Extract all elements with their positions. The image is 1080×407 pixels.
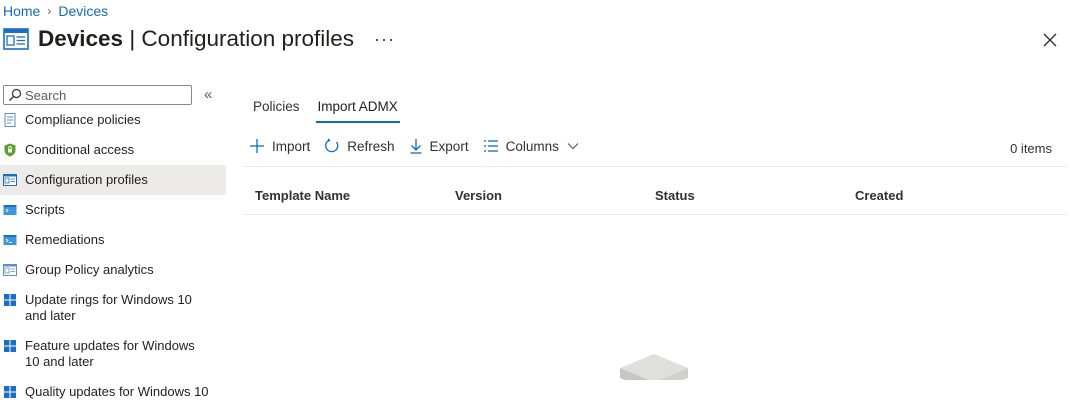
sidebar-item-label: Quality updates for Windows 10 — [25, 384, 209, 399]
sidebar-item-quality-updates[interactable]: Quality updates for Windows 10 — [0, 377, 226, 407]
column-header-version[interactable]: Version — [455, 188, 502, 203]
sidebar-search — [3, 85, 192, 105]
refresh-label: Refresh — [347, 138, 395, 154]
sidebar-item-compliance-policies[interactable]: Compliance policies — [0, 105, 226, 135]
sidebar-item-label: Scripts — [25, 202, 65, 217]
sidebar-item-remediations[interactable]: Remediations — [0, 225, 226, 255]
refresh-button[interactable]: Refresh — [324, 138, 395, 154]
page-title-bold: Devices — [38, 26, 124, 51]
search-input[interactable] — [22, 87, 175, 103]
sidebar-item-label: Compliance policies — [25, 112, 141, 127]
tab-label: Policies — [253, 99, 300, 114]
item-count: 0 items — [1010, 141, 1052, 156]
remediation-icon — [3, 235, 17, 245]
sidebar-item-label: Update rings for Windows 10 and later — [25, 292, 192, 323]
breadcrumb-home-link[interactable]: Home — [3, 3, 40, 19]
sidebar-item-label: Feature updates for Windows 10 and later — [25, 338, 195, 369]
sidebar-item-group-policy-analytics[interactable]: Group Policy analytics — [0, 255, 226, 285]
export-label: Export — [429, 138, 469, 154]
toolbar-divider — [243, 166, 1066, 167]
page-title-rest: | Configuration profiles — [123, 26, 355, 51]
breadcrumb: Home › Devices — [3, 3, 108, 19]
tab-label: Import ADMX — [317, 99, 398, 114]
windows-icon — [4, 386, 16, 398]
configuration-profile-icon — [3, 28, 29, 50]
compliance-icon — [4, 113, 16, 127]
search-icon — [9, 88, 22, 101]
sidebar-item-label: Configuration profiles — [25, 172, 148, 187]
chevron-down-icon — [567, 143, 579, 150]
sidebar-item-conditional-access[interactable]: Conditional access — [0, 135, 226, 165]
group-policy-icon — [3, 264, 17, 276]
column-header-status[interactable]: Status — [655, 188, 695, 203]
sidebar-item-label: Remediations — [25, 232, 105, 247]
import-button[interactable]: Import — [249, 138, 310, 154]
sidebar-item-label: Conditional access — [25, 142, 135, 157]
export-button[interactable]: Export — [409, 138, 469, 154]
sidebar-item-scripts[interactable]: Scripts — [0, 195, 226, 225]
list-icon — [483, 140, 498, 152]
breadcrumb-separator: › — [47, 4, 52, 18]
download-icon — [410, 139, 422, 154]
toolbar: Import Refresh Export Columns — [249, 138, 593, 154]
windows-icon — [4, 294, 16, 306]
script-icon — [3, 205, 17, 215]
sidebar-nav: Compliance policies Conditional access C… — [0, 105, 226, 407]
tab-policies[interactable]: Policies — [253, 99, 300, 123]
page-title: Devices | Configuration profiles — [38, 26, 354, 52]
page-header: Devices | Configuration profiles ··· — [3, 26, 395, 52]
breadcrumb-devices-link[interactable]: Devices — [58, 3, 108, 19]
configuration-profile-icon — [3, 174, 17, 186]
windows-icon — [4, 340, 16, 352]
refresh-icon — [325, 138, 339, 153]
column-header-created[interactable]: Created — [855, 188, 903, 203]
column-header-template-name[interactable]: Template Name — [255, 188, 350, 203]
empty-state-icon — [620, 354, 688, 380]
sidebar-item-configuration-profiles[interactable]: Configuration profiles — [0, 165, 226, 195]
collapse-sidebar-button[interactable]: « — [204, 86, 212, 103]
import-label: Import — [272, 138, 311, 154]
more-options-button[interactable]: ··· — [374, 29, 395, 50]
columns-button[interactable]: Columns — [483, 139, 579, 154]
table-header: Template Name Version Status Created — [243, 181, 1066, 215]
sidebar-item-feature-updates[interactable]: Feature updates for Windows 10 and later — [0, 331, 226, 377]
tab-import-admx[interactable]: Import ADMX — [315, 99, 400, 123]
tab-bar: Policies Import ADMX — [253, 99, 420, 123]
shield-icon — [4, 143, 16, 157]
sidebar-item-label: Group Policy analytics — [25, 262, 154, 277]
close-icon[interactable] — [1043, 33, 1057, 47]
columns-label: Columns — [505, 138, 559, 154]
plus-icon — [250, 139, 264, 153]
sidebar-item-update-rings[interactable]: Update rings for Windows 10 and later — [0, 285, 226, 331]
